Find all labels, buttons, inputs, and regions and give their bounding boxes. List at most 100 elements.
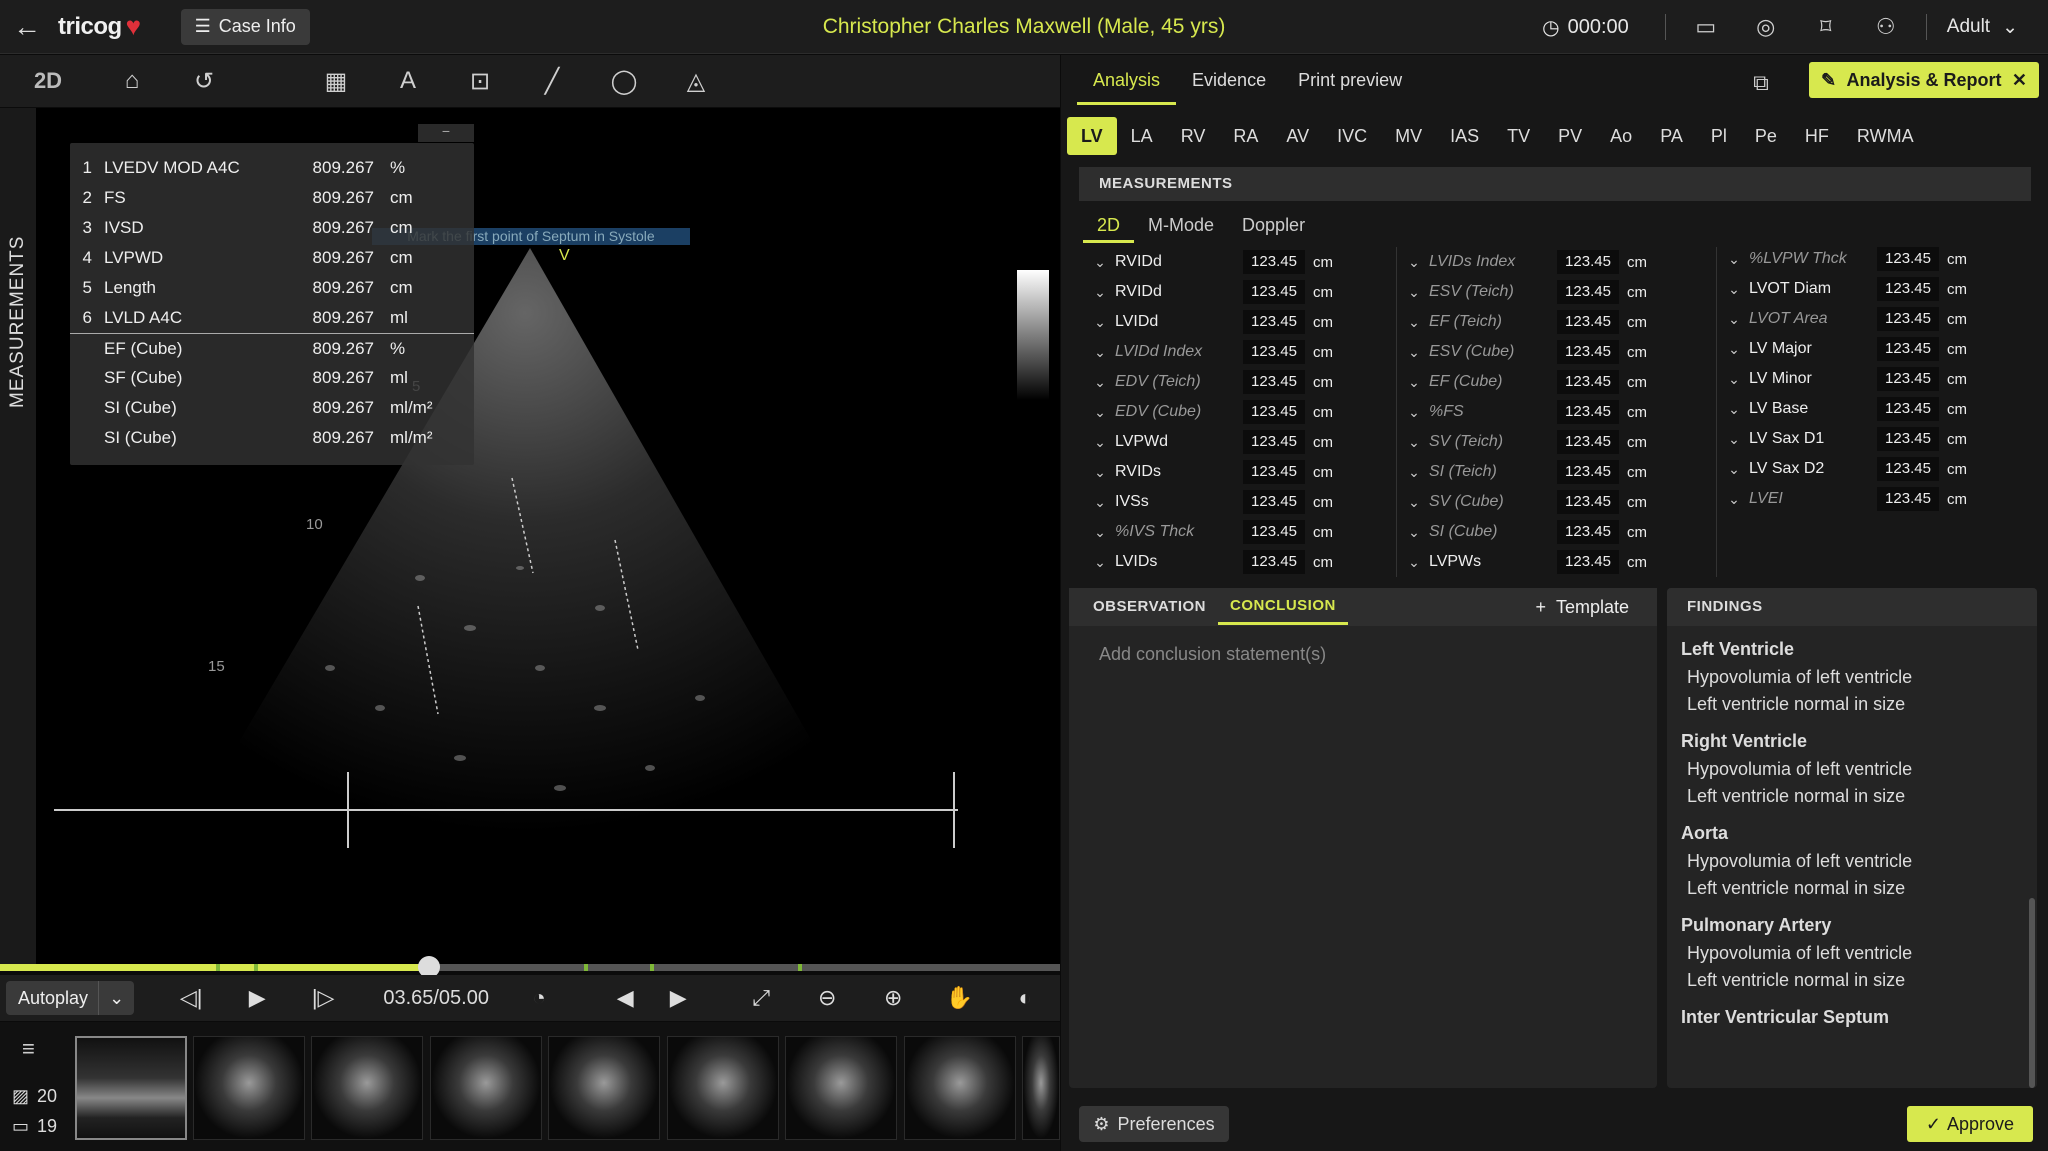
- template-button[interactable]: + Template: [1535, 597, 1629, 618]
- measurement-value-field[interactable]: 123.45: [1243, 490, 1305, 514]
- thumbnail[interactable]: [904, 1036, 1016, 1140]
- finding-item[interactable]: Hypovolumia of left ventricle: [1681, 664, 2037, 691]
- chevron-down-icon[interactable]: ⌄: [1085, 434, 1115, 451]
- back-arrow-icon[interactable]: ←: [0, 0, 54, 54]
- freehand-icon[interactable]: ◯: [588, 55, 660, 107]
- zoom-in-icon[interactable]: ⊕: [860, 975, 926, 1021]
- zoom-out-icon[interactable]: ⊖: [794, 975, 860, 1021]
- measurement-row[interactable]: 1 LVEDV MOD A4C 809.267%: [70, 153, 474, 183]
- measurement-value-field[interactable]: 123.45: [1877, 427, 1939, 451]
- thumbnail[interactable]: [1022, 1036, 1060, 1140]
- chevron-down-icon[interactable]: ⌄: [1399, 344, 1429, 361]
- tab-print-preview[interactable]: Print preview: [1282, 70, 1418, 105]
- thumbnail[interactable]: [75, 1036, 187, 1140]
- step-back-icon[interactable]: ◁|: [158, 975, 224, 1021]
- measurement-value-field[interactable]: 123.45: [1557, 370, 1619, 394]
- measurement-value-field[interactable]: 123.45: [1557, 490, 1619, 514]
- chip-lv[interactable]: LV: [1067, 117, 1117, 155]
- chevron-down-icon[interactable]: ⌄: [1399, 374, 1429, 391]
- measurement-value-field[interactable]: 123.45: [1557, 340, 1619, 364]
- measurement-value-field[interactable]: 123.45: [1877, 457, 1939, 481]
- conclusion-input[interactable]: Add conclusion statement(s): [1099, 644, 1657, 665]
- chevron-down-icon[interactable]: ⌄: [1399, 524, 1429, 541]
- chip-rwma[interactable]: RWMA: [1843, 117, 1928, 155]
- case-info-button[interactable]: ☰ Case Info: [180, 8, 310, 45]
- finding-item[interactable]: Left ventricle normal in size: [1681, 783, 2037, 810]
- measurement-value-field[interactable]: 123.45: [1243, 250, 1305, 274]
- chevron-down-icon[interactable]: ⌄: [1399, 464, 1429, 481]
- ai-icon[interactable]: ◎: [1736, 0, 1796, 54]
- tab-evidence[interactable]: Evidence: [1176, 70, 1282, 105]
- grid-icon[interactable]: ▦: [300, 55, 372, 107]
- history-icon[interactable]: ↺: [168, 55, 240, 107]
- speed-icon[interactable]: ◔: [506, 975, 572, 1021]
- chevron-down-icon[interactable]: ⌄: [1719, 311, 1749, 328]
- chevron-down-icon[interactable]: ⌄: [1399, 554, 1429, 571]
- measurement-row[interactable]: 2 FS 809.267 cm: [70, 183, 474, 213]
- measurement-value-field[interactable]: 123.45: [1557, 250, 1619, 274]
- approve-button[interactable]: ✓ Approve: [1907, 1106, 2033, 1142]
- tag-icon[interactable]: ⌂: [96, 55, 168, 107]
- chat-icon[interactable]: ▭: [1676, 0, 1736, 54]
- chevron-down-icon[interactable]: ⌄: [1719, 341, 1749, 358]
- step-forward-icon[interactable]: |▷: [290, 975, 356, 1021]
- measurement-value-field[interactable]: 123.45: [1243, 550, 1305, 574]
- measurement-value-field[interactable]: 123.45: [1243, 340, 1305, 364]
- tab-observation[interactable]: OBSERVATION: [1081, 589, 1218, 625]
- thumbnail[interactable]: [193, 1036, 305, 1140]
- chevron-down-icon[interactable]: ⌄: [1085, 314, 1115, 331]
- measurement-value-field[interactable]: 123.45: [1243, 460, 1305, 484]
- subtab-2d[interactable]: 2D: [1083, 207, 1135, 243]
- chip-rv[interactable]: RV: [1167, 117, 1220, 155]
- measurement-value-field[interactable]: 123.45: [1243, 280, 1305, 304]
- profile-dropdown[interactable]: Adult ⌄: [1947, 16, 2018, 39]
- fit-icon[interactable]: ⤢: [728, 975, 794, 1021]
- chevron-down-icon[interactable]: ⌄: [1085, 554, 1115, 571]
- next-frame-icon[interactable]: ▶: [658, 975, 698, 1021]
- chevron-down-icon[interactable]: ⌄: [1719, 431, 1749, 448]
- measurement-row[interactable]: 3 IVSD 809.267 cm: [70, 213, 474, 243]
- chip-pe[interactable]: Pe: [1741, 117, 1791, 155]
- tab-conclusion[interactable]: CONCLUSION: [1218, 589, 1348, 625]
- thumbnail[interactable]: [430, 1036, 542, 1140]
- chip-hf[interactable]: HF: [1791, 117, 1843, 155]
- chevron-down-icon[interactable]: ⌄: [1085, 494, 1115, 511]
- measurement-value-field[interactable]: 123.45: [1243, 400, 1305, 424]
- play-icon[interactable]: ▶: [224, 975, 290, 1021]
- text-icon[interactable]: A: [372, 55, 444, 107]
- thumbnail[interactable]: [311, 1036, 423, 1140]
- measurement-value-field[interactable]: 123.45: [1557, 460, 1619, 484]
- measurement-row[interactable]: 4 LVPWD 809.267 cm: [70, 243, 474, 273]
- finding-item[interactable]: Hypovolumia of left ventricle: [1681, 940, 2037, 967]
- measurement-row[interactable]: 5 Length 809.267 cm: [70, 273, 474, 303]
- thumbnail[interactable]: [785, 1036, 897, 1140]
- measurement-value-field[interactable]: 123.45: [1243, 370, 1305, 394]
- preferences-button[interactable]: ⚙ Preferences: [1079, 1106, 1229, 1142]
- finding-item[interactable]: Hypovolumia of left ventricle: [1681, 756, 2037, 783]
- frame-icon[interactable]: ⊡: [444, 55, 516, 107]
- measurement-value-field[interactable]: 123.45: [1877, 247, 1939, 271]
- measurement-value-field[interactable]: 123.45: [1877, 367, 1939, 391]
- chip-la[interactable]: LA: [1117, 117, 1167, 155]
- chevron-down-icon[interactable]: ⌄: [1719, 491, 1749, 508]
- chevron-down-icon[interactable]: ⌄: [1719, 281, 1749, 298]
- external-window-icon[interactable]: ⧉: [1741, 65, 1781, 101]
- close-icon[interactable]: ✕: [2012, 70, 2027, 91]
- chevron-down-icon[interactable]: ⌄: [1719, 251, 1749, 268]
- line-icon[interactable]: ╱: [516, 55, 588, 107]
- measurement-row[interactable]: 6 LVLD A4C 809.267 ml: [70, 303, 474, 333]
- chevron-down-icon[interactable]: ⌄: [1399, 434, 1429, 451]
- finding-item[interactable]: Left ventricle normal in size: [1681, 691, 2037, 718]
- measurement-value-field[interactable]: 123.45: [1557, 430, 1619, 454]
- chevron-down-icon[interactable]: ⌄: [1085, 344, 1115, 361]
- analysis-report-button[interactable]: ✎ Analysis & Report ✕: [1809, 62, 2039, 98]
- chip-pl[interactable]: Pl: [1697, 117, 1741, 155]
- chevron-down-icon[interactable]: ⌄: [1085, 524, 1115, 541]
- thumbnail[interactable]: [667, 1036, 779, 1140]
- chevron-down-icon[interactable]: ⌄: [1085, 284, 1115, 301]
- chevron-down-icon[interactable]: ⌄: [1085, 374, 1115, 391]
- playback-progress[interactable]: [0, 956, 1060, 978]
- autoplay-dropdown[interactable]: Autoplay ⌄: [6, 981, 135, 1015]
- chip-tv[interactable]: TV: [1493, 117, 1544, 155]
- measurement-value-field[interactable]: 123.45: [1877, 487, 1939, 511]
